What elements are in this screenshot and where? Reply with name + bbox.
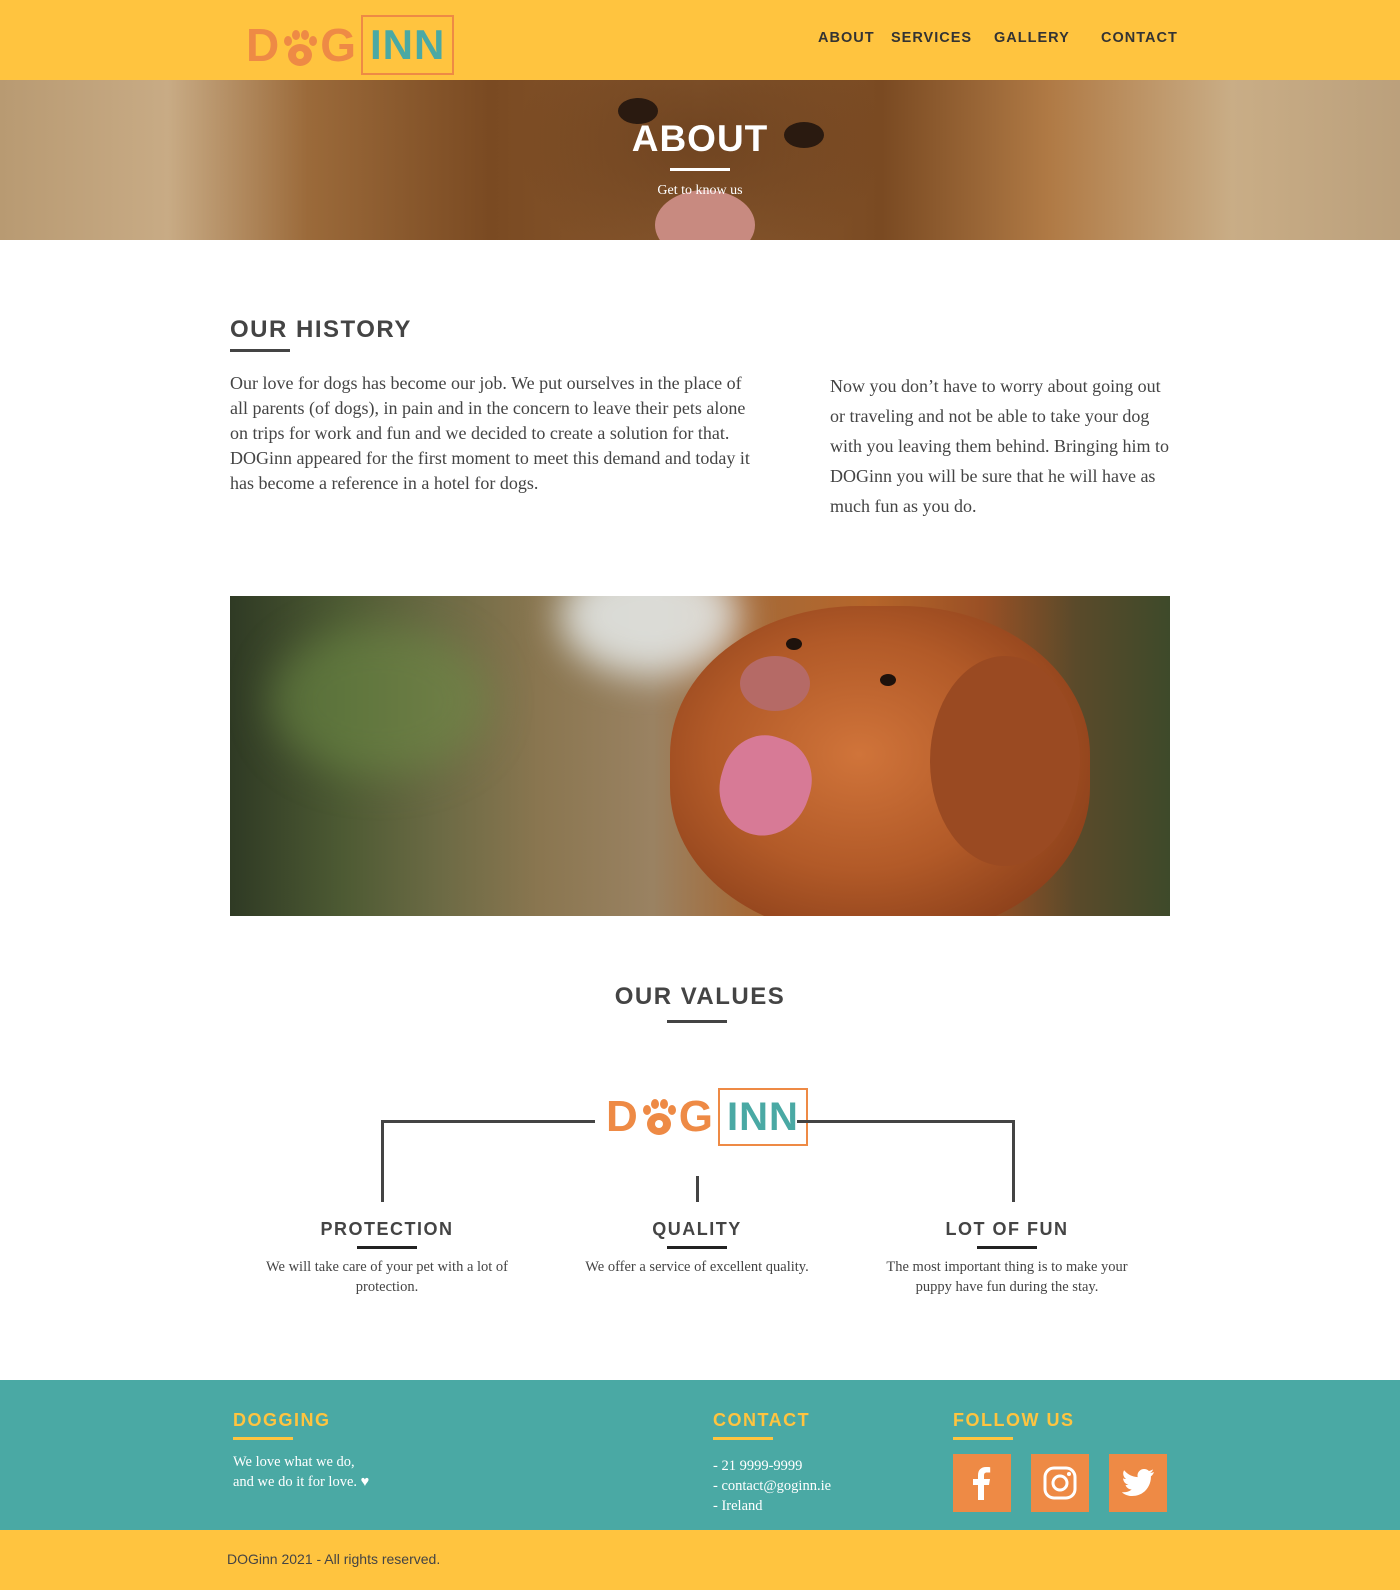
logo-dog-text: D G: [246, 18, 357, 72]
logo-letter-g: G: [320, 19, 358, 71]
connector-left-vertical: [381, 1120, 384, 1202]
values-logo-inn: INN: [718, 1088, 808, 1146]
values-heading-underline: [667, 1020, 727, 1023]
footer-about-title: DOGGING: [233, 1410, 331, 1430]
connector-left-horizontal: [381, 1120, 595, 1123]
connector-right-vertical: [1012, 1120, 1015, 1202]
values-logo-letter-d: D: [606, 1092, 639, 1141]
values-logo-letter-g: G: [678, 1092, 715, 1141]
hero-banner: [0, 80, 1400, 240]
copyright-text: DOGinn 2021 - All rights reserved.: [227, 1551, 441, 1567]
connector-right-horizontal: [797, 1120, 1013, 1123]
value-underline-quality: [667, 1246, 727, 1249]
site-logo[interactable]: D G INN: [246, 15, 455, 75]
footer-about-line-1: We love what we do,: [233, 1454, 355, 1470]
footer-about-underline: [233, 1437, 293, 1440]
history-heading: OUR HISTORY: [230, 316, 412, 343]
value-text-quality: We offer a service of excellent quality.: [585, 1259, 809, 1275]
value-text-protection: We will take care of your pet with a lot…: [265, 1259, 509, 1295]
footer-email[interactable]: - contact@goginn.ie: [713, 1476, 831, 1496]
footer-country: - Ireland: [713, 1498, 763, 1514]
footer-follow-title: FOLLOW US: [953, 1410, 1075, 1430]
logo-inn-text: INN: [361, 15, 455, 75]
footer-about-line-2: and we do it for love. ♥: [233, 1474, 370, 1490]
dog-photo: [230, 596, 1170, 916]
value-text-fun: The most important thing is to make your…: [886, 1259, 1128, 1295]
hero-title-underline: [670, 168, 730, 171]
copyright-bar: DOGinn 2021 - All rights reserved.: [0, 1530, 1400, 1590]
nav-gallery[interactable]: GALLERY: [994, 30, 1070, 46]
instagram-icon[interactable]: [1031, 1454, 1089, 1512]
hero-subtitle: Get to know us: [657, 183, 743, 198]
footer-contact-title: CONTACT: [713, 1410, 811, 1430]
logo-letter-d: D: [246, 19, 281, 71]
facebook-icon[interactable]: [953, 1454, 1011, 1512]
nav-contact[interactable]: CONTACT: [1101, 30, 1178, 46]
paw-icon: [281, 25, 319, 66]
site-header: D G INN ABOUT SERVICES GALLERY CONTACT: [0, 0, 1400, 80]
value-title-fun: LOT OF FUN: [945, 1219, 1069, 1239]
twitter-icon[interactable]: [1109, 1454, 1167, 1512]
values-logo: D G INN: [606, 1088, 808, 1146]
connector-center-vertical: [696, 1176, 699, 1202]
footer-phone[interactable]: - 21 9999-9999: [713, 1456, 802, 1476]
history-heading-underline: [230, 349, 290, 352]
values-heading: OUR VALUES: [614, 983, 786, 1010]
site-footer: DOGGING We love what we do, and we do it…: [0, 1380, 1400, 1530]
footer-follow-underline: [953, 1437, 1013, 1440]
history-paragraph-2: Now you don’t have to worry about going …: [830, 376, 1169, 516]
nav-services[interactable]: SERVICES: [891, 30, 972, 46]
value-underline-protection: [357, 1246, 417, 1249]
history-paragraph-1: Our love for dogs has become our job. We…: [230, 373, 750, 493]
nav-about[interactable]: ABOUT: [818, 30, 875, 46]
value-title-quality: QUALITY: [652, 1219, 742, 1239]
hero-title: ABOUT: [631, 118, 769, 159]
footer-contact-underline: [713, 1437, 773, 1440]
value-title-protection: PROTECTION: [320, 1219, 454, 1239]
paw-icon: [640, 1097, 678, 1137]
value-underline-fun: [977, 1246, 1037, 1249]
